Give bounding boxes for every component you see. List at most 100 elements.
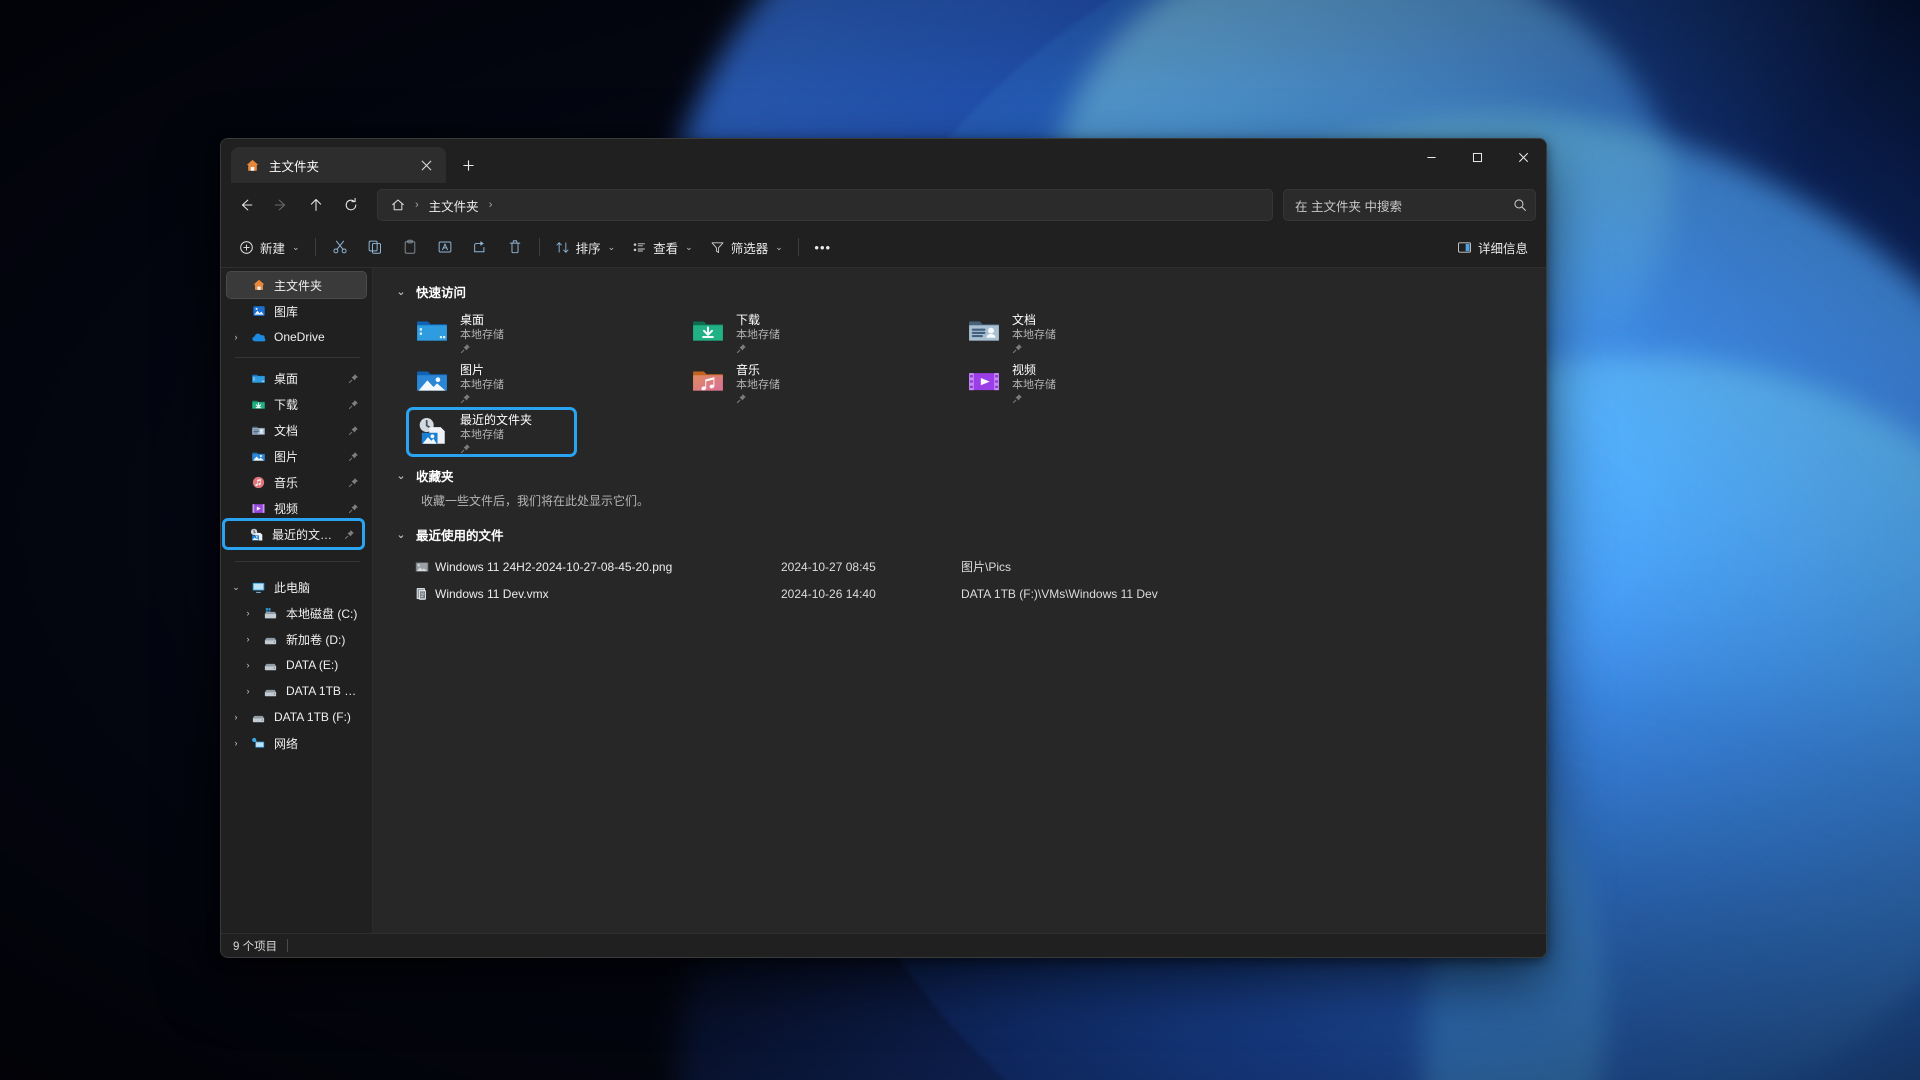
drive-icon [262, 684, 279, 699]
chevron-down-icon[interactable]: ⌄ [395, 285, 407, 298]
forward-button[interactable] [264, 189, 297, 221]
sidebar-item-onedrive[interactable]: › OneDrive [227, 324, 366, 350]
chevron-down-icon[interactable]: ⌄ [229, 582, 243, 593]
sidebar-item-drive-f1[interactable]: › DATA 1TB (F:) [227, 678, 366, 704]
tile-subtitle: 本地存储 [460, 379, 504, 391]
sidebar-item-label: 网络 [274, 736, 299, 751]
pin-icon[interactable] [346, 425, 360, 436]
details-pane-button[interactable]: 详细信息 [1449, 232, 1536, 262]
sidebar-item-home[interactable]: 主文件夹 [226, 271, 367, 299]
minimize-button[interactable] [1408, 139, 1454, 175]
pin-icon[interactable] [460, 343, 504, 354]
chevron-right-icon[interactable]: › [229, 712, 243, 722]
sidebar-item-label: DATA (E:) [286, 658, 339, 672]
pin-icon[interactable] [346, 477, 360, 488]
quick-access-header[interactable]: ⌄ 快速访问 [395, 278, 1546, 304]
sidebar-item-network[interactable]: › 网络 [227, 730, 366, 756]
sidebar-item-this-pc[interactable]: ⌄ 此电脑 [227, 574, 366, 600]
sidebar-item-desktop[interactable]: 桌面 [227, 365, 366, 391]
breadcrumb-separator[interactable]: › [488, 199, 494, 211]
window-controls [1408, 139, 1546, 183]
tab-home[interactable]: 主文件夹 [231, 147, 446, 183]
sidebar-item-downloads[interactable]: 下载 [227, 391, 366, 417]
breadcrumb-item-home[interactable]: 主文件夹 [424, 193, 484, 217]
pin-icon[interactable] [346, 503, 360, 514]
sidebar-item-videos[interactable]: 视频 [227, 495, 366, 521]
more-options-button[interactable]: ••• [806, 232, 840, 262]
file-path: DATA 1TB (F:)\VMs\Windows 11 Dev [961, 586, 1158, 601]
filter-button[interactable]: 筛选器 ⌄ [702, 232, 791, 262]
pin-icon[interactable] [460, 393, 504, 404]
new-button[interactable]: 新建 ⌄ [231, 232, 308, 262]
tile-recent-folder[interactable]: 最近的文件夹 本地存储 [406, 407, 577, 457]
chevron-right-icon[interactable]: › [229, 332, 243, 342]
sidebar-item-drive-d[interactable]: › 新加卷 (D:) [227, 626, 366, 652]
sidebar-item-gallery[interactable]: 图库 [227, 298, 366, 324]
sidebar-item-drive-e[interactable]: › DATA (E:) [227, 652, 366, 678]
paste-button[interactable] [393, 232, 427, 262]
pin-icon[interactable] [1012, 393, 1056, 404]
file-explorer-window: 主文件夹 › 主文件夹 › 在 主文件夹 中搜索 新建 ⌄ 排序 ⌄ 查看 ⌄ … [220, 138, 1547, 958]
pin-icon[interactable] [346, 451, 360, 462]
sidebar-item-recent-folder[interactable]: 最近的文件夹 [222, 518, 365, 550]
navigation-pane[interactable]: 主文件夹 图库 › OneDrive 桌面 下载 文档 图片 音乐 视频 最近的… [221, 268, 373, 933]
tile-name: 桌面 [460, 313, 485, 327]
sidebar-item-pictures[interactable]: 图片 [227, 443, 366, 469]
sidebar-item-drive-f2[interactable]: › DATA 1TB (F:) [227, 704, 366, 730]
pin-icon[interactable] [736, 343, 780, 354]
tile-videos[interactable]: 视频 本地存储 [961, 360, 1126, 404]
chevron-right-icon[interactable]: › [241, 686, 255, 696]
tile-info: 文档 本地存储 [1012, 313, 1056, 354]
chevron-right-icon[interactable]: › [241, 608, 255, 618]
back-button[interactable] [229, 189, 262, 221]
tile-music[interactable]: 音乐 本地存储 [685, 360, 850, 404]
command-bar: 新建 ⌄ 排序 ⌄ 查看 ⌄ 筛选器 ⌄ ••• 详细信息 [221, 227, 1546, 267]
cut-button[interactable] [323, 232, 357, 262]
chevron-right-icon[interactable]: › [241, 660, 255, 670]
new-tab-button[interactable] [452, 149, 484, 181]
close-tab-button[interactable] [414, 153, 438, 177]
sidebar-item-music[interactable]: 音乐 [227, 469, 366, 495]
documents-folder-icon [250, 423, 267, 438]
pin-icon[interactable] [346, 399, 360, 410]
tile-name: 音乐 [736, 363, 761, 377]
tile-pictures[interactable]: 图片 本地存储 [409, 360, 574, 404]
close-window-button[interactable] [1500, 139, 1546, 175]
chevron-right-icon[interactable]: › [229, 738, 243, 748]
favorites-header[interactable]: ⌄ 收藏夹 [395, 462, 1546, 488]
maximize-button[interactable] [1454, 139, 1500, 175]
table-row[interactable]: Windows 11 24H2-2024-10-27-08-45-20.png … [409, 553, 1546, 580]
recent-folder-icon [248, 527, 265, 542]
pin-icon[interactable] [342, 529, 356, 540]
sidebar-item-documents[interactable]: 文档 [227, 417, 366, 443]
chevron-down-icon[interactable]: ⌄ [395, 528, 407, 541]
copy-button[interactable] [358, 232, 392, 262]
chevron-down-icon[interactable]: ⌄ [395, 469, 407, 482]
pin-icon[interactable] [736, 393, 780, 404]
tile-downloads[interactable]: 下载 本地存储 [685, 310, 850, 354]
sort-button[interactable]: 排序 ⌄ [547, 232, 624, 262]
pin-icon[interactable] [1012, 343, 1056, 354]
view-button[interactable]: 查看 ⌄ [624, 232, 701, 262]
tile-documents[interactable]: 文档 本地存储 [961, 310, 1126, 354]
tile-subtitle: 本地存储 [1012, 329, 1056, 341]
sidebar-item-drive-c[interactable]: › 本地磁盘 (C:) [227, 600, 366, 626]
recent-files-header[interactable]: ⌄ 最近使用的文件 [395, 521, 1546, 547]
pin-icon[interactable] [346, 373, 360, 384]
delete-button[interactable] [498, 232, 532, 262]
tile-desktop[interactable]: 桌面 本地存储 [409, 310, 574, 354]
content-pane[interactable]: ⌄ 快速访问 桌面 本地存储 下载 本地存储 文档 本地存储 图片 本地存储 音… [373, 268, 1546, 933]
chevron-right-icon[interactable]: › [241, 634, 255, 644]
breadcrumb-home-icon[interactable] [386, 193, 410, 217]
pin-icon[interactable] [460, 443, 532, 454]
up-button[interactable] [299, 189, 332, 221]
table-row[interactable]: Windows 11 Dev.vmx 2024-10-26 14:40 DATA… [409, 580, 1546, 607]
refresh-button[interactable] [334, 189, 367, 221]
rename-button[interactable] [428, 232, 462, 262]
tile-subtitle: 本地存储 [736, 329, 780, 341]
address-bar[interactable]: › 主文件夹 › [377, 189, 1273, 221]
search-input[interactable]: 在 主文件夹 中搜索 [1283, 189, 1536, 221]
file-path: 图片\Pics [961, 560, 1012, 574]
search-icon[interactable] [1513, 198, 1527, 212]
share-button[interactable] [463, 232, 497, 262]
